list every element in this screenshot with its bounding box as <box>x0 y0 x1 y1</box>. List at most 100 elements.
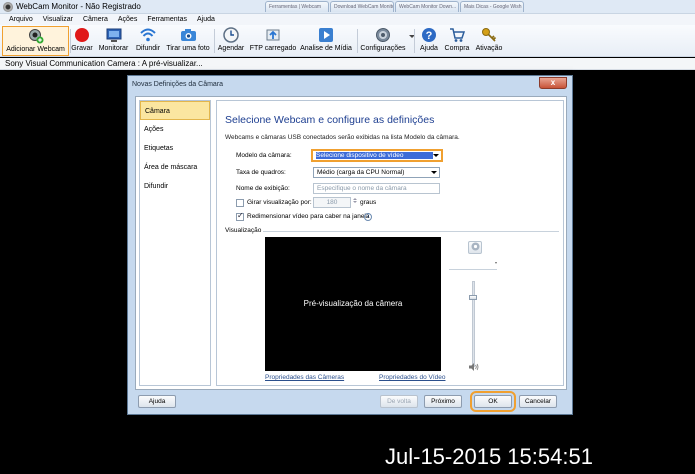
display-name-input[interactable]: Especifique o nome da câmara <box>313 183 440 194</box>
framerate-label: Taxa de quadros: <box>236 169 286 176</box>
settings-button[interactable]: Configurações <box>359 26 407 56</box>
browser-tab[interactable]: WebCam Monitor Down... <box>395 1 459 12</box>
rotate-unit: graus <box>360 199 377 206</box>
buy-label: Compra <box>444 45 470 52</box>
monitor-button[interactable]: Monitorar <box>97 26 130 56</box>
camera-properties-link[interactable]: Propriedades das Câmeras <box>265 374 344 381</box>
ftp-upload-icon <box>264 26 282 43</box>
schedule-button[interactable]: Agendar <box>217 26 245 56</box>
menu-camera[interactable]: Câmera <box>83 16 108 23</box>
framerate-select[interactable]: Médio (carga da CPU Normal) <box>313 167 440 178</box>
broadcast-button[interactable]: Difundir <box>133 26 163 56</box>
take-photo-label: Tirar uma foto <box>166 45 210 52</box>
video-properties-link[interactable]: Propriedades do Vídeo <box>379 374 446 381</box>
gear-icon <box>374 26 392 43</box>
slider-top-divider <box>449 269 497 270</box>
toolbar-separator <box>414 29 415 53</box>
toolbar: Adicionar Webcam Gravar Monitorar Difund… <box>0 25 695 57</box>
gear-icon <box>471 242 480 253</box>
browser-tab[interactable]: Ferramentas | Webcam <box>265 1 329 12</box>
small-dropdown-icon[interactable] <box>495 262 497 264</box>
preview-group-divider <box>263 231 559 232</box>
resize-checkbox[interactable] <box>236 211 244 221</box>
rotate-degrees-input[interactable]: 180 <box>313 197 351 208</box>
rotate-spinner-buttons[interactable] <box>352 197 358 208</box>
menu-ferramentas[interactable]: Ferramentas <box>147 16 187 23</box>
menu-ajuda[interactable]: Ajuda <box>197 16 215 23</box>
media-analysis-button[interactable]: Analise de Mídia <box>299 26 353 56</box>
browser-tab[interactable]: Download WebCam Monitor <box>330 1 394 12</box>
ok-button[interactable]: OK <box>470 391 516 412</box>
panel-description: Webcams e câmaras USB conectados serão e… <box>225 134 460 141</box>
settings-label: Configurações <box>360 45 406 52</box>
camera-model-label: Modelo da câmara: <box>236 152 292 159</box>
monitor-label: Monitorar <box>98 45 129 52</box>
menu-bar: Arquivo Visualizar Câmera Ações Ferramen… <box>0 14 695 25</box>
preview-group-label: Visualização <box>225 227 262 234</box>
nav-item-area-mascara[interactable]: Área de máscara <box>140 158 210 177</box>
toolbar-separator <box>214 29 215 53</box>
camera-settings-panel: Selecione Webcam e configure as definiçõ… <box>216 100 564 386</box>
schedule-label: Agendar <box>217 45 245 52</box>
media-play-icon <box>317 26 335 43</box>
speaker-icon[interactable] <box>469 363 479 373</box>
camera-model-value: Selecione dispositivo de vídeo <box>316 152 433 159</box>
camera-status-strip[interactable]: Sony Visual Communication Camera : A pré… <box>0 58 695 70</box>
next-button[interactable]: Próximo <box>424 395 462 408</box>
back-button[interactable]: De volta <box>380 395 418 408</box>
info-icon[interactable]: i <box>364 213 372 221</box>
menu-acoes[interactable]: Ações <box>118 16 137 23</box>
framerate-value: Médio (carga da CPU Normal) <box>317 169 405 176</box>
preview-placeholder-text: Pré-visualização da câmera <box>303 299 403 308</box>
nav-item-camara[interactable]: Câmara <box>140 101 210 120</box>
panel-heading: Selecione Webcam e configure as definiçõ… <box>225 114 435 126</box>
video-timestamp-overlay: Jul-15-2015 15:54:51 <box>385 444 593 469</box>
rotate-checkbox[interactable] <box>236 199 244 207</box>
nav-item-acoes[interactable]: Ações <box>140 120 210 139</box>
rotate-label: Girar visualização por: <box>247 199 312 206</box>
new-camera-dialog: Novas Definições da Câmara x Câmara Açõe… <box>127 75 573 415</box>
help-button[interactable]: ? Ajuda <box>418 26 440 56</box>
key-icon <box>480 26 498 43</box>
camera-photo-icon <box>179 26 197 43</box>
take-photo-button[interactable]: Tirar uma foto <box>165 26 211 56</box>
activate-button[interactable]: Ativação <box>474 26 504 56</box>
webcam-app-icon <box>3 1 13 12</box>
dialog-close-button[interactable]: x <box>539 77 567 89</box>
title-bar: WebCam Monitor - Não Registrado Ferramen… <box>0 0 695 14</box>
broadcast-label: Difundir <box>135 45 161 52</box>
ftp-upload-label: FTP carregado <box>249 45 297 52</box>
menu-visualizar[interactable]: Visualizar <box>43 16 73 23</box>
volume-slider-track[interactable] <box>472 281 475 367</box>
help-dialog-button[interactable]: Ajuda <box>138 395 176 408</box>
help-icon: ? <box>420 26 438 43</box>
record-icon <box>73 26 91 43</box>
toolbar-separator <box>357 29 358 53</box>
record-button[interactable]: Gravar <box>71 26 93 56</box>
camera-preview-box: Pré-visualização da câmera <box>265 237 441 371</box>
chevron-down-icon <box>433 154 439 157</box>
window-title: WebCam Monitor - Não Registrado <box>16 2 141 11</box>
background-browser-tabs: Ferramentas | Webcam Download WebCam Mon… <box>265 1 525 12</box>
camera-model-select[interactable]: Selecione dispositivo de vídeo <box>311 149 443 162</box>
display-name-label: Nome de exibição: <box>236 185 290 192</box>
dialog-title: Novas Definições da Câmara <box>132 81 224 88</box>
chevron-down-icon <box>431 171 437 174</box>
add-webcam-button[interactable]: Adicionar Webcam <box>2 26 69 56</box>
cancel-button[interactable]: Cancelar <box>519 395 557 408</box>
nav-item-etiquetas[interactable]: Etiquetas <box>140 139 210 158</box>
menu-arquivo[interactable]: Arquivo <box>9 16 33 23</box>
wifi-broadcast-icon <box>139 26 157 43</box>
nav-item-difundir[interactable]: Difundir <box>140 177 210 196</box>
preview-settings-button[interactable] <box>468 241 482 254</box>
add-webcam-label: Adicionar Webcam <box>6 46 65 53</box>
browser-tab[interactable]: Mais Dicas - Google Wish <box>460 1 524 12</box>
volume-slider-thumb[interactable] <box>469 295 477 300</box>
shopping-cart-icon <box>448 26 466 43</box>
buy-button[interactable]: Compra <box>444 26 470 56</box>
ftp-upload-button[interactable]: FTP carregado <box>250 26 296 56</box>
dialog-body: Câmara Ações Etiquetas Área de máscara D… <box>135 96 567 390</box>
svg-text:?: ? <box>426 30 433 42</box>
record-label: Gravar <box>71 45 93 52</box>
clock-icon <box>222 26 240 43</box>
